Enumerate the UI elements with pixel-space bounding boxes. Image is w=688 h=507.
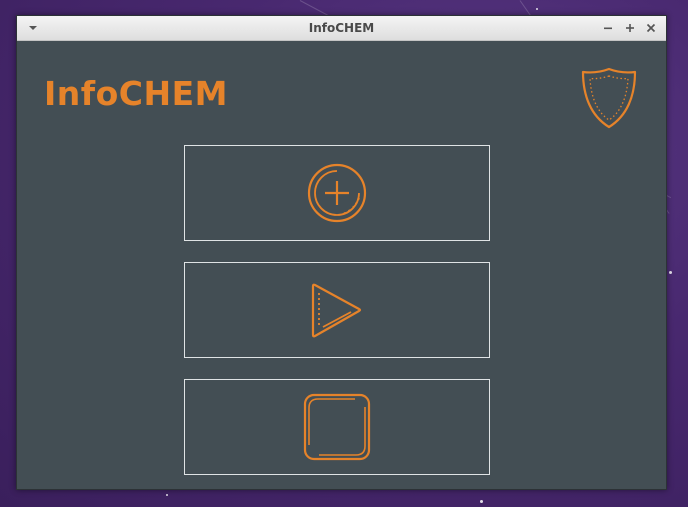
maximize-icon[interactable] xyxy=(623,21,637,35)
close-icon[interactable] xyxy=(644,21,658,35)
stop-icon xyxy=(303,393,371,461)
add-button[interactable] xyxy=(184,145,490,241)
play-button[interactable] xyxy=(184,262,490,358)
add-circle-icon xyxy=(307,163,367,223)
app-window: InfoCHEM InfoCHEM xyxy=(16,15,667,490)
play-icon xyxy=(311,283,362,338)
window-title: InfoCHEM xyxy=(308,21,375,35)
stop-button[interactable] xyxy=(184,379,490,475)
app-title: InfoCHEM xyxy=(44,74,229,113)
desktop-star xyxy=(480,500,483,503)
desktop-star xyxy=(536,8,538,10)
desktop-star xyxy=(166,494,168,496)
minimize-icon[interactable] xyxy=(601,21,615,35)
window-titlebar[interactable]: InfoCHEM xyxy=(17,16,666,41)
shield-icon xyxy=(581,67,637,129)
desktop-star xyxy=(669,271,672,274)
